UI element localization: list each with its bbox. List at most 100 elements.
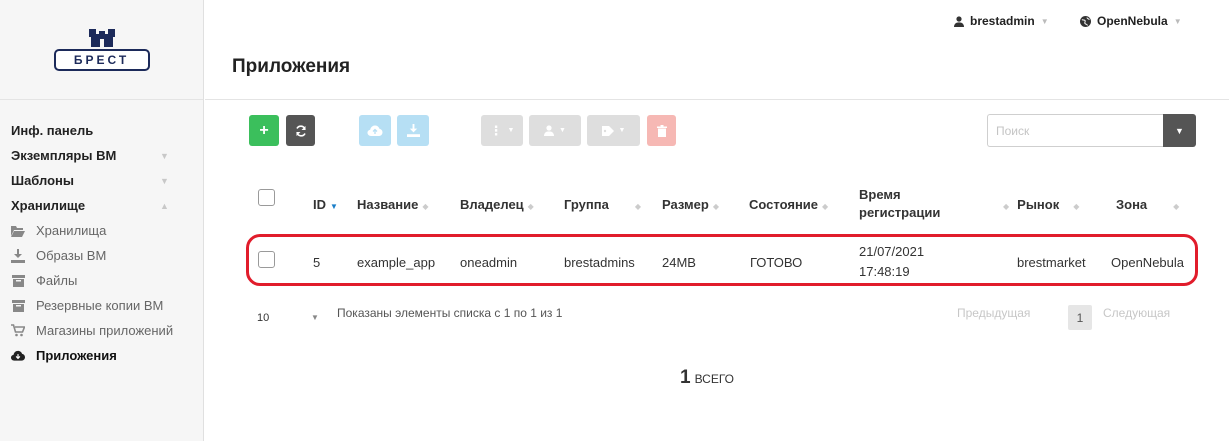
column-header-regtime[interactable]: Время регистрации xyxy=(859,186,969,222)
brest-logo[interactable]: БРЕСТ xyxy=(53,28,150,71)
sort-icon: ◆ xyxy=(634,202,641,211)
column-header-zone[interactable]: Зона ◆ xyxy=(1116,196,1179,216)
search-options-button[interactable]: ▼ xyxy=(1163,114,1196,147)
total-label: ВСЕГО xyxy=(694,372,735,386)
archive-icon xyxy=(11,299,25,313)
column-header-name[interactable]: Название ◆ xyxy=(357,196,429,216)
chevron-down-icon: ▼ xyxy=(1040,16,1049,26)
total-number: 1 xyxy=(680,367,691,388)
download-icon xyxy=(11,248,25,263)
chevron-down-icon: ▼ xyxy=(160,151,169,161)
sidebar-item-dashboard[interactable]: Инф. панель xyxy=(0,118,203,143)
refresh-icon xyxy=(295,124,306,137)
chevron-down-icon: ▼ xyxy=(618,127,626,134)
chevron-up-icon: ▲ xyxy=(160,201,169,211)
sidebar-item-storage[interactable]: Хранилище ▲ xyxy=(0,193,203,218)
pager-page[interactable]: 1 xyxy=(1068,305,1092,330)
sort-icon: ◆ xyxy=(1173,202,1180,211)
tag-icon xyxy=(601,125,614,136)
page-size-select[interactable]: 10 ▼ xyxy=(249,305,339,330)
refresh-button[interactable] xyxy=(286,115,315,146)
search-input[interactable] xyxy=(987,114,1163,147)
sidebar-item-files[interactable]: Файлы xyxy=(0,268,203,293)
sidebar-item-vms[interactable]: Экземпляры ВМ ▼ xyxy=(0,143,203,168)
sidebar-item-label: Резервные копии ВМ xyxy=(36,298,164,313)
sidebar-item-label: Приложения xyxy=(36,348,117,363)
cell-size: 24MB xyxy=(662,255,696,270)
sort-icon: ◆ xyxy=(1003,202,1010,211)
column-header-state[interactable]: Состояние ◆ xyxy=(749,196,828,216)
sidebar-menu: Инф. панель Экземпляры ВМ ▼ Шаблоны ▼ Хр… xyxy=(0,100,203,368)
cell-group: brestadmins xyxy=(564,255,635,270)
trash-icon xyxy=(656,124,667,137)
user-menu[interactable]: brestadmin ▼ xyxy=(954,14,1049,28)
user-icon xyxy=(954,15,964,27)
upload-cloud-button[interactable] xyxy=(359,115,391,146)
pager-prev[interactable]: Предыдущая xyxy=(957,306,1030,320)
sidebar-item-label: Магазины приложений xyxy=(36,323,174,338)
info-icon: ⋮ xyxy=(489,122,503,138)
chevron-down-icon: ▼ xyxy=(1175,125,1184,136)
column-header-group[interactable]: Группа ◆ xyxy=(564,196,641,216)
total-count: 1 ВСЕГО xyxy=(680,367,734,389)
sidebar-item-label: Хранилища xyxy=(36,223,107,238)
cell-id: 5 xyxy=(313,255,321,270)
column-header-size[interactable]: Размер ◆ xyxy=(662,196,719,216)
sidebar-item-datastores[interactable]: Хранилища xyxy=(0,218,203,243)
sidebar-item-label: Образы ВМ xyxy=(36,248,107,263)
chevron-down-icon: ▼ xyxy=(1173,16,1182,26)
cell-name: example_app xyxy=(357,255,436,270)
cell-reg-time: 17:48:19 xyxy=(859,264,910,279)
sidebar-item-backups[interactable]: Резервные копии ВМ xyxy=(0,293,203,318)
sort-icon: ◆ xyxy=(712,202,719,211)
username: brestadmin xyxy=(970,14,1035,28)
sort-icon: ◆ xyxy=(822,202,829,211)
cell-zone: OpenNebula xyxy=(1111,255,1184,270)
page-title: Приложения xyxy=(232,56,351,77)
globe-icon xyxy=(1080,15,1091,27)
chevron-down-icon: ▼ xyxy=(160,176,169,186)
column-header-id[interactable]: ID ▼ xyxy=(313,196,338,216)
sidebar-item-apps[interactable]: Приложения xyxy=(0,343,203,368)
create-button[interactable]: + xyxy=(249,115,279,146)
column-header-owner[interactable]: Владелец ◆ xyxy=(460,196,534,216)
row-checkbox[interactable] xyxy=(258,251,275,268)
header: Приложения brestadmin ▼ OpenNebula ▼ xyxy=(205,0,1229,100)
sidebar-item-label: Файлы xyxy=(36,273,78,288)
logo-area: БРЕСТ xyxy=(0,0,203,100)
castle-icon xyxy=(88,28,115,47)
sort-icon: ◆ xyxy=(422,202,429,211)
sidebar-item-label: Экземпляры ВМ xyxy=(11,148,117,163)
sidebar-item-label: Хранилище xyxy=(11,198,86,213)
plus-icon: + xyxy=(259,121,269,139)
chevron-down-icon: ▼ xyxy=(311,313,319,322)
info-dropdown-button[interactable]: ⋮ ▼ xyxy=(481,115,523,146)
archive-icon xyxy=(11,274,25,288)
sort-icon: ◆ xyxy=(1073,202,1080,211)
pager-next[interactable]: Следующая xyxy=(1103,306,1170,320)
shopping-cart-icon xyxy=(11,324,25,338)
sidebar-item-templates[interactable]: Шаблоны ▼ xyxy=(0,168,203,193)
zone-menu[interactable]: OpenNebula ▼ xyxy=(1080,14,1182,28)
cloud-download-icon xyxy=(11,349,25,363)
download-button[interactable] xyxy=(397,115,429,146)
select-all-checkbox[interactable] xyxy=(258,189,275,206)
column-header-market[interactable]: ◆ Рынок ◆ xyxy=(1003,196,1079,216)
cell-state: ГОТОВО xyxy=(750,255,803,270)
shown-info: Показаны элементы списка с 1 по 1 из 1 xyxy=(337,306,563,320)
sidebar-item-label: Инф. панель xyxy=(11,123,94,138)
sidebar: БРЕСТ Инф. панель Экземпляры ВМ ▼ Шаблон… xyxy=(0,0,204,441)
logo-text: БРЕСТ xyxy=(53,48,150,71)
sidebar-item-images[interactable]: Образы ВМ xyxy=(0,243,203,268)
cell-reg-date: 21/07/2021 xyxy=(859,244,925,259)
label-dropdown-button[interactable]: ▼ xyxy=(587,115,640,146)
delete-button[interactable] xyxy=(647,115,676,146)
folder-open-icon xyxy=(11,224,25,238)
sidebar-item-label: Шаблоны xyxy=(11,173,74,188)
download-icon xyxy=(406,124,420,137)
owner-dropdown-button[interactable]: ▼ xyxy=(529,115,581,146)
sort-desc-icon: ▼ xyxy=(330,202,338,211)
sort-icon: ◆ xyxy=(527,202,534,211)
cloud-upload-icon xyxy=(367,125,383,136)
sidebar-item-marketplaces[interactable]: Магазины приложений xyxy=(0,318,203,343)
